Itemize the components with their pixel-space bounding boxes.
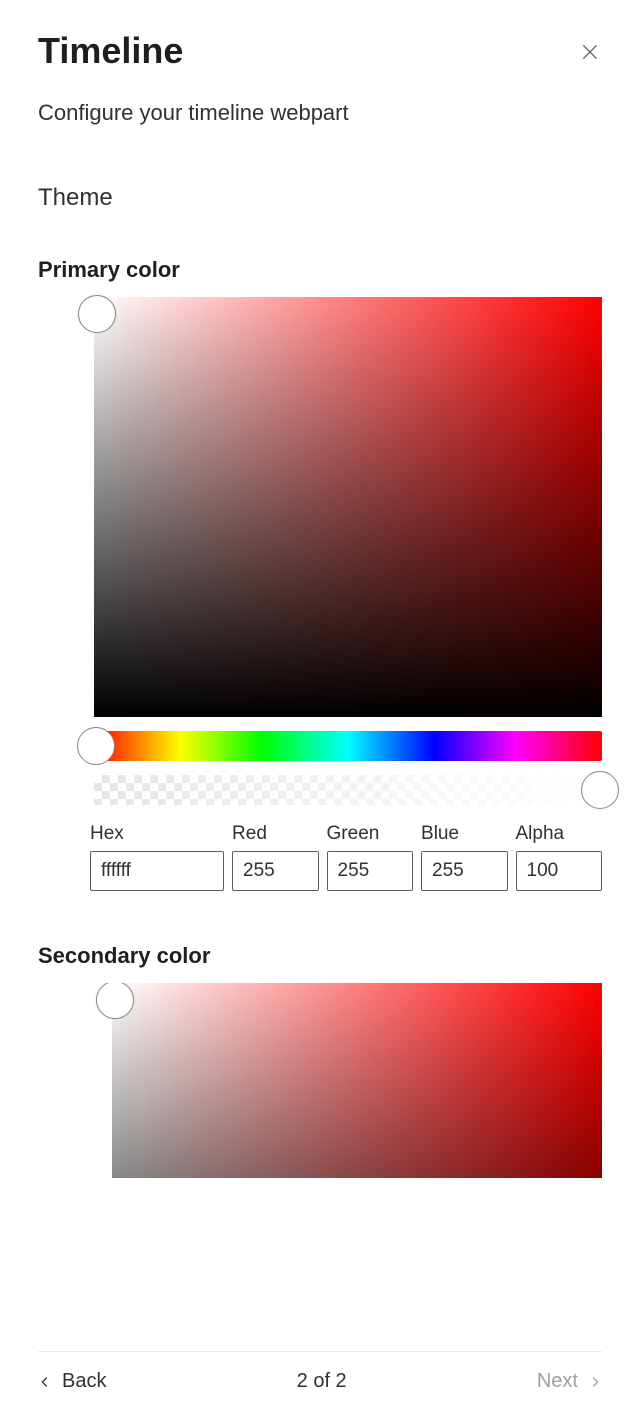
primary-hue-slider[interactable] [94, 731, 602, 761]
chevron-right-icon [588, 1375, 602, 1389]
red-label: Red [232, 823, 318, 845]
primary-green-input[interactable] [327, 851, 413, 891]
back-button[interactable]: Back [38, 1370, 106, 1393]
secondary-color-label: Secondary color [38, 943, 602, 969]
blue-label: Blue [421, 823, 507, 845]
alpha-label: Alpha [516, 823, 602, 845]
primary-alpha-slider[interactable] [94, 775, 602, 805]
primary-red-input[interactable] [232, 851, 318, 891]
panel-subtitle: Configure your timeline webpart [38, 100, 602, 126]
hex-label: Hex [90, 823, 224, 845]
primary-hex-input[interactable] [90, 851, 224, 891]
next-label: Next [537, 1370, 578, 1393]
panel-title: Timeline [38, 30, 183, 72]
primary-color-picker: Hex Red Green Blue Alpha [38, 297, 602, 891]
panel-footer: Back 2 of 2 Next [38, 1351, 602, 1393]
primary-alpha-thumb[interactable] [581, 771, 619, 809]
primary-color-label: Primary color [38, 257, 602, 283]
primary-blue-input[interactable] [421, 851, 507, 891]
chevron-left-icon [38, 1375, 52, 1389]
secondary-sv-panel[interactable] [112, 983, 602, 1178]
primary-sv-thumb[interactable] [78, 295, 116, 333]
primary-alpha-input[interactable] [516, 851, 602, 891]
back-label: Back [62, 1370, 106, 1393]
close-button[interactable] [578, 40, 602, 64]
secondary-color-picker [38, 983, 602, 1178]
next-button[interactable]: Next [537, 1370, 602, 1393]
primary-hue-thumb[interactable] [77, 727, 115, 765]
close-icon [580, 42, 600, 62]
green-label: Green [327, 823, 413, 845]
section-theme-label: Theme [38, 184, 602, 212]
page-indicator: 2 of 2 [297, 1370, 347, 1393]
primary-sv-panel[interactable] [94, 297, 602, 717]
